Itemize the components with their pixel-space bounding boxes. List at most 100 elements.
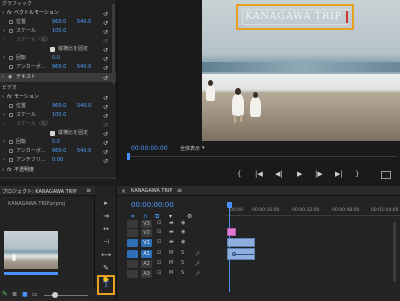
audio-clip[interactable] — [227, 248, 255, 260]
track-target-v1[interactable] — [127, 238, 138, 247]
stopwatch-icon[interactable] — [9, 29, 13, 33]
stopwatch-icon[interactable] — [9, 65, 13, 69]
stopwatch-icon[interactable] — [9, 56, 13, 60]
mute-icon[interactable]: M — [169, 269, 173, 278]
position2-x-value[interactable]: 960.0 — [52, 102, 66, 111]
eye-icon[interactable]: ◉ — [181, 238, 185, 247]
track-target-a2[interactable] — [127, 259, 138, 268]
lock-icon[interactable]: ⊡ — [157, 219, 161, 228]
track-target-a3[interactable] — [127, 269, 138, 278]
lock-icon[interactable]: ⊡ — [157, 259, 161, 268]
text-layer-row[interactable]: › ◉ テキスト ↺ — [0, 73, 116, 83]
track-label-v3[interactable]: V3 — [141, 219, 152, 228]
lock-icon[interactable]: ⊡ — [157, 269, 161, 278]
track-label-a2[interactable]: A2 — [141, 259, 152, 268]
solo-icon[interactable]: S — [181, 249, 184, 258]
solo-icon[interactable]: S — [181, 259, 184, 268]
track-target-a1[interactable] — [127, 249, 138, 258]
stopwatch-icon[interactable] — [9, 140, 13, 144]
zoom-slider[interactable] — [44, 295, 88, 296]
mute-icon[interactable]: M — [169, 249, 173, 258]
play-button[interactable]: ▶ — [297, 170, 302, 178]
step-back-button[interactable]: |◀ — [255, 170, 263, 178]
timeline-scrollbar[interactable] — [393, 222, 396, 282]
time-ruler[interactable]: 00:00 00:00:16:00 00:00:32:00 00:00:48:0… — [225, 202, 400, 216]
motion-row[interactable]: › fx モーション ↺ — [0, 93, 116, 102]
position2-y-value[interactable]: 540.0 — [77, 102, 91, 111]
chevron-right-icon[interactable]: › — [2, 73, 4, 82]
lock-icon[interactable]: ⊡ — [157, 238, 161, 247]
chevron-right-icon[interactable]: › — [3, 54, 5, 63]
stopwatch-icon[interactable] — [9, 20, 13, 24]
list-view-icon[interactable]: ≣ — [12, 291, 17, 298]
track-label-a3[interactable]: A3 — [141, 269, 152, 278]
rotation-value[interactable]: 0.0 — [52, 54, 60, 63]
timeline-timecode[interactable]: 00:00:00:00 — [131, 201, 174, 209]
rotation2-value[interactable]: 0.0 — [52, 138, 60, 147]
step-forward-button[interactable]: ▶| — [335, 170, 343, 178]
microphone-icon[interactable]: 🎤︎ — [195, 249, 200, 258]
camera-icon[interactable] — [381, 171, 391, 179]
chevron-right-icon[interactable]: › — [3, 111, 5, 120]
fit-dropdown[interactable]: 全体表示 — [180, 145, 200, 152]
chevron-right-icon[interactable]: › — [3, 27, 5, 36]
title-bounding-box[interactable]: KANAGAWA TRIP — [242, 9, 348, 25]
mark-out-button[interactable]: } — [355, 170, 359, 178]
anchor2-y-value[interactable]: 540.0 — [77, 147, 91, 156]
panel-menu-icon[interactable]: ≡ — [177, 187, 182, 194]
video-title-text[interactable]: KANAGAWA TRIP — [245, 11, 342, 22]
reset-icon[interactable]: ↺ — [103, 64, 108, 73]
mark-in-button[interactable]: { — [237, 170, 241, 178]
sequence-tab[interactable]: KANAGAWA TRIP — [131, 188, 172, 194]
uniform-scale2-checkbox[interactable] — [50, 131, 55, 136]
chevron-right-icon[interactable]: › — [2, 166, 4, 175]
selection-tool-icon[interactable]: ▸ — [101, 198, 111, 208]
opacity-row[interactable]: › fx 不透明度 — [0, 166, 116, 175]
solo-icon[interactable]: S — [181, 269, 184, 278]
stopwatch-icon[interactable] — [9, 104, 13, 108]
mute-icon[interactable]: M — [169, 259, 173, 268]
reset-icon[interactable]: ↺ — [103, 74, 108, 83]
pen-tool-icon[interactable]: ✎ — [101, 263, 111, 273]
effects-scrollbar[interactable] — [112, 4, 115, 84]
video-clip[interactable] — [227, 238, 255, 247]
stopwatch-icon[interactable] — [9, 158, 13, 162]
playhead-handle[interactable] — [227, 202, 232, 208]
anchor-y-value[interactable]: 540.0 — [77, 63, 91, 72]
close-icon[interactable]: × — [121, 188, 126, 195]
zoom-slider-handle[interactable] — [52, 292, 58, 298]
eye-icon[interactable]: ◉ — [8, 73, 12, 82]
graphic-clip[interactable] — [227, 228, 236, 236]
track-label-a1[interactable]: A1 — [141, 249, 152, 258]
sync-lock-icon[interactable]: ▬ — [169, 228, 174, 237]
track-label-v1[interactable]: V1 — [141, 238, 152, 247]
frame-back-button[interactable]: ◀| — [275, 170, 283, 178]
lock-icon[interactable]: ⊡ — [157, 249, 161, 258]
chevron-right-icon[interactable]: › — [3, 138, 5, 147]
chevron-down-icon[interactable]: ▾ — [202, 145, 205, 151]
chevron-down-icon[interactable]: › — [2, 9, 4, 18]
stopwatch-icon[interactable] — [9, 149, 13, 153]
anchor-x-value[interactable]: 960.0 — [52, 63, 66, 72]
monitor-timecode[interactable]: 00:00:00:00 — [131, 145, 168, 152]
chevron-down-icon[interactable]: › — [2, 93, 4, 102]
track-select-tool-icon[interactable]: ⇥ — [101, 211, 111, 221]
scale2-value[interactable]: 100.0 — [52, 111, 66, 120]
track-target-v2[interactable] — [127, 228, 138, 237]
eye-icon[interactable]: ◉ — [181, 228, 185, 237]
pencil-icon[interactable]: ✎ — [2, 290, 8, 298]
monitor-scrubber[interactable] — [127, 156, 397, 157]
track-label-v2[interactable]: V2 — [141, 228, 152, 237]
freeform-view-icon[interactable]: ▭ — [32, 291, 38, 298]
ripple-edit-tool-icon[interactable]: ↔ — [101, 224, 111, 234]
frame-forward-button[interactable]: |▶ — [315, 170, 323, 178]
anchor2-x-value[interactable]: 960.0 — [52, 147, 66, 156]
razor-tool-icon[interactable]: ⊣ — [101, 237, 111, 247]
audio-keyframe[interactable] — [232, 252, 236, 256]
monitor-playhead[interactable] — [127, 153, 130, 160]
lock-icon[interactable]: ⊡ — [157, 228, 161, 237]
scale-value[interactable]: 100.0 — [52, 27, 66, 36]
microphone-icon[interactable]: 🎤︎ — [195, 269, 200, 278]
eye-icon[interactable]: ◉ — [181, 219, 185, 228]
sync-lock-icon[interactable]: ▬ — [169, 219, 174, 228]
